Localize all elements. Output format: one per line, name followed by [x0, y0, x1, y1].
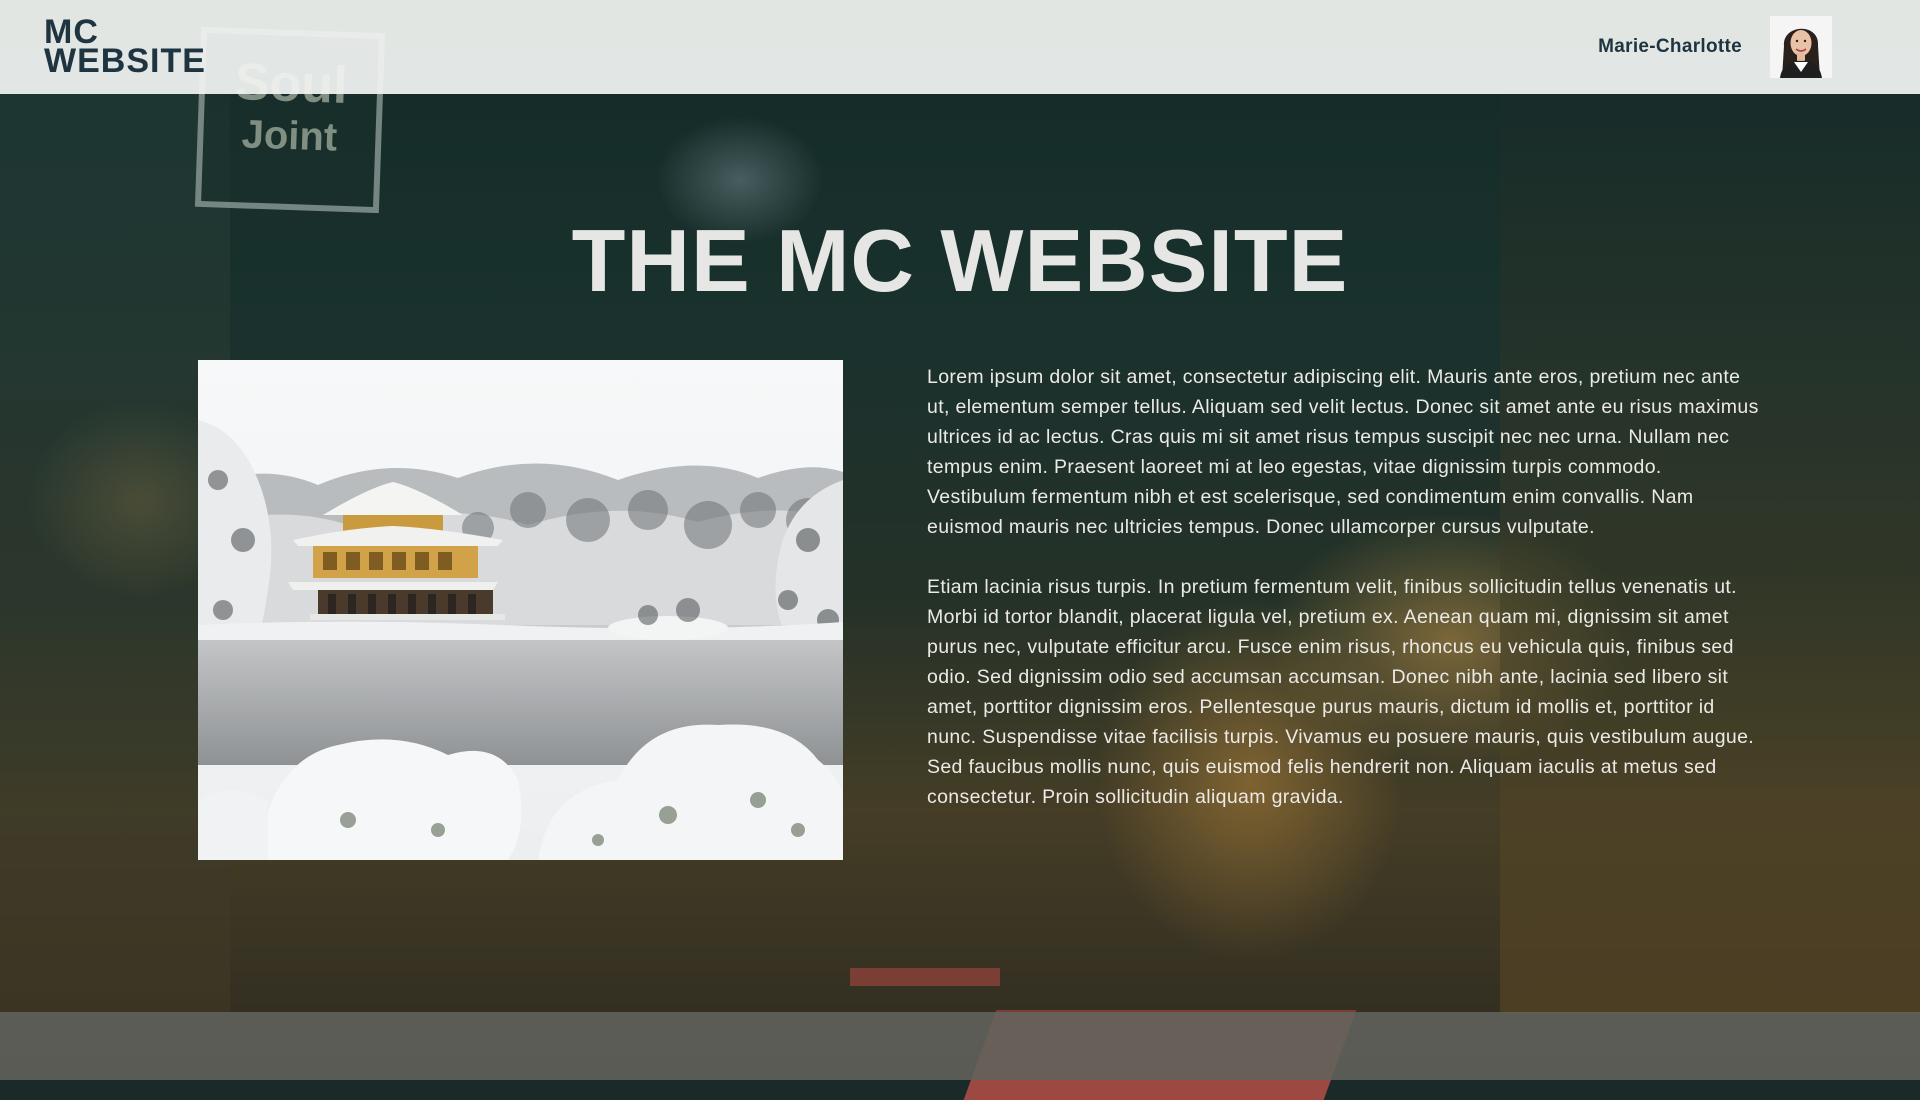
paragraph-2: Etiam lacinia risus turpis. In pretium f… [927, 576, 1755, 808]
article-body: Lorem ipsum dolor sit amet, consectetur … [927, 362, 1761, 842]
user-name[interactable]: Marie-Charlotte [1598, 36, 1742, 58]
page-title: THE MC WEBSITE [571, 211, 1349, 310]
footer-bar [0, 1012, 1920, 1080]
top-header: MC WEBSITE Marie-Charlotte [0, 0, 1920, 94]
logo-line-2: WEBSITE [44, 42, 206, 80]
paragraph-1: Lorem ipsum dolor sit amet, consectetur … [927, 366, 1759, 538]
site-logo[interactable]: MC WEBSITE [44, 15, 206, 80]
avatar-portrait-image [1770, 16, 1832, 78]
snowy-pavilion-image [198, 360, 843, 860]
featured-photo [198, 360, 843, 860]
avatar[interactable] [1770, 16, 1832, 78]
